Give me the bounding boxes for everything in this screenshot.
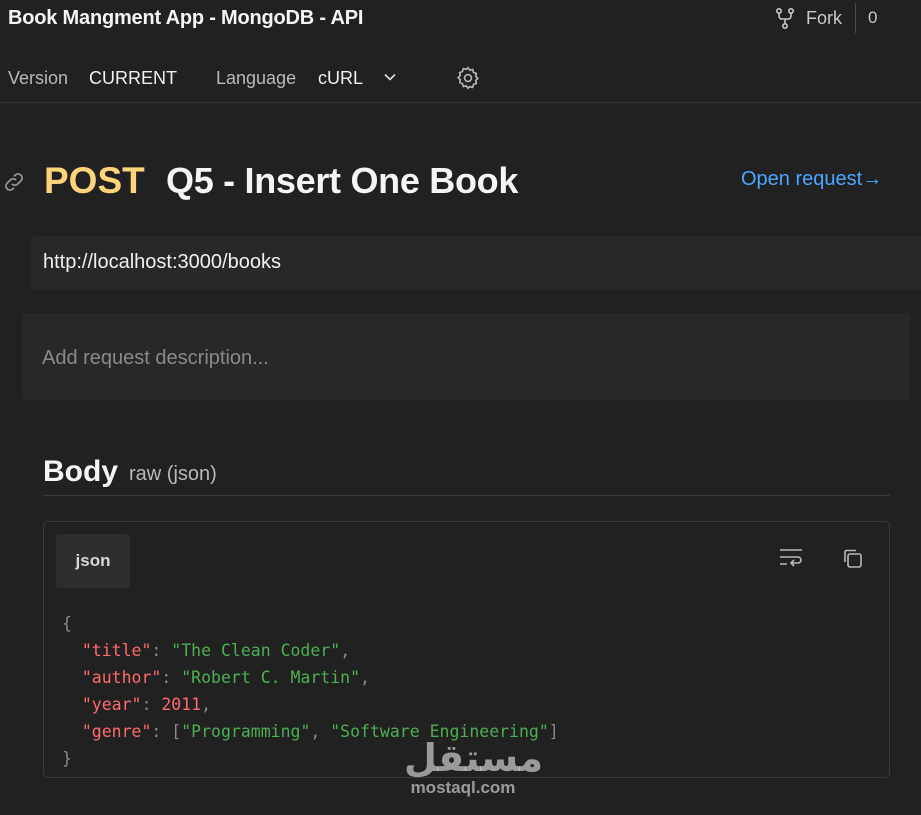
json-number: 2011: [161, 695, 202, 714]
gear-icon[interactable]: [455, 65, 481, 91]
code-brace: }: [62, 749, 72, 768]
documentation-toolbar: Version CURRENT Language cURL: [0, 56, 921, 103]
description-placeholder: Add request description...: [42, 347, 269, 369]
json-key: "title": [81, 641, 152, 660]
json-key: "genre": [81, 722, 152, 741]
request-title: Q5 - Insert One Book: [166, 160, 519, 201]
top-bar: Book Mangment App - MongoDB - API Fork 0: [0, 0, 921, 36]
language-tab[interactable]: json: [56, 534, 130, 588]
copy-icon[interactable]: [841, 547, 865, 571]
http-method: POST: [44, 160, 145, 201]
fork-count[interactable]: 0: [868, 8, 877, 28]
fork-button[interactable]: Fork: [774, 6, 842, 30]
watermark-logo: مستقل mostaql.com: [404, 736, 543, 798]
version-label: Version: [8, 68, 69, 88]
fork-icon: [775, 7, 795, 29]
url-box: http://localhost:3000/books: [31, 236, 921, 290]
watermark-latin: mostaql.com: [410, 778, 516, 797]
fork-label: Fork: [806, 7, 842, 28]
body-heading: Body: [43, 455, 118, 488]
body-mode: raw (json): [129, 463, 217, 485]
version-selector[interactable]: CURRENT: [89, 68, 177, 89]
watermark-arabic: مستقل: [404, 736, 543, 780]
request-url: http://localhost:3000/books: [43, 251, 281, 273]
open-request-link[interactable]: Open request→: [741, 168, 882, 191]
json-string: "The Clean Coder": [171, 641, 341, 660]
wrap-lines-icon[interactable]: [778, 547, 804, 569]
link-icon[interactable]: [2, 170, 26, 194]
divider: [43, 495, 890, 496]
language-label: Language: [216, 68, 297, 88]
description-field[interactable]: Add request description...: [22, 313, 910, 400]
collection-title[interactable]: Book Mangment App - MongoDB - API: [8, 7, 363, 30]
json-string: "Robert C. Martin": [181, 668, 361, 687]
code-brace: {: [62, 614, 72, 633]
divider: [855, 3, 856, 33]
language-selector[interactable]: cURL: [318, 68, 363, 89]
chevron-down-icon[interactable]: [382, 69, 398, 85]
json-string: "Programming": [181, 722, 311, 741]
json-key: "author": [81, 668, 162, 687]
json-key: "year": [81, 695, 142, 714]
